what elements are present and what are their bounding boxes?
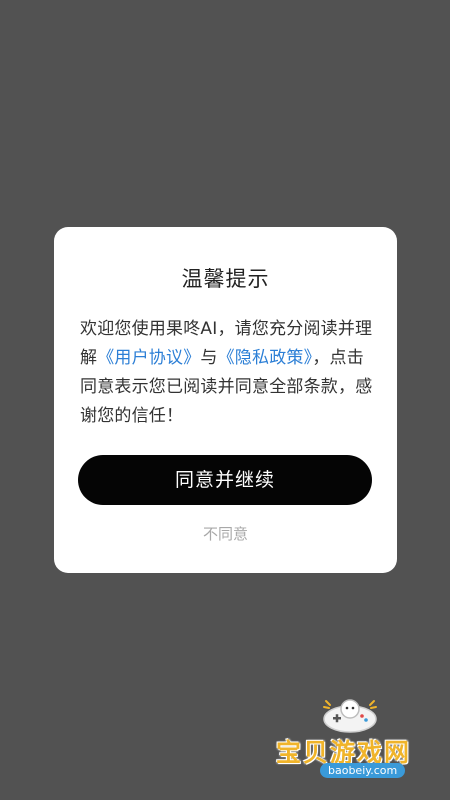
disagree-button[interactable]: 不同意 — [54, 523, 397, 545]
message-text-part2: 与 — [200, 348, 218, 368]
site-watermark: 宝贝游戏网 baobeiy.com — [268, 695, 438, 787]
gamepad-icon — [323, 699, 377, 733]
user-agreement-link[interactable]: 《用户协议》 — [97, 348, 200, 368]
dialog-message: 欢迎您使用果咚AI，请您充分阅读并理解《用户协议》与《隐私政策》，点击同意表示您… — [80, 315, 373, 431]
agree-and-continue-button[interactable]: 同意并继续 — [78, 455, 372, 505]
dialog-title: 温馨提示 — [181, 267, 270, 291]
watermark-site-url: baobeiy.com — [320, 763, 406, 778]
privacy-prompt-dialog: 温馨提示 欢迎您使用果咚AI，请您充分阅读并理解《用户协议》与《隐私政策》，点击… — [54, 227, 397, 573]
privacy-policy-link[interactable]: 《隐私政策》 — [218, 348, 313, 368]
